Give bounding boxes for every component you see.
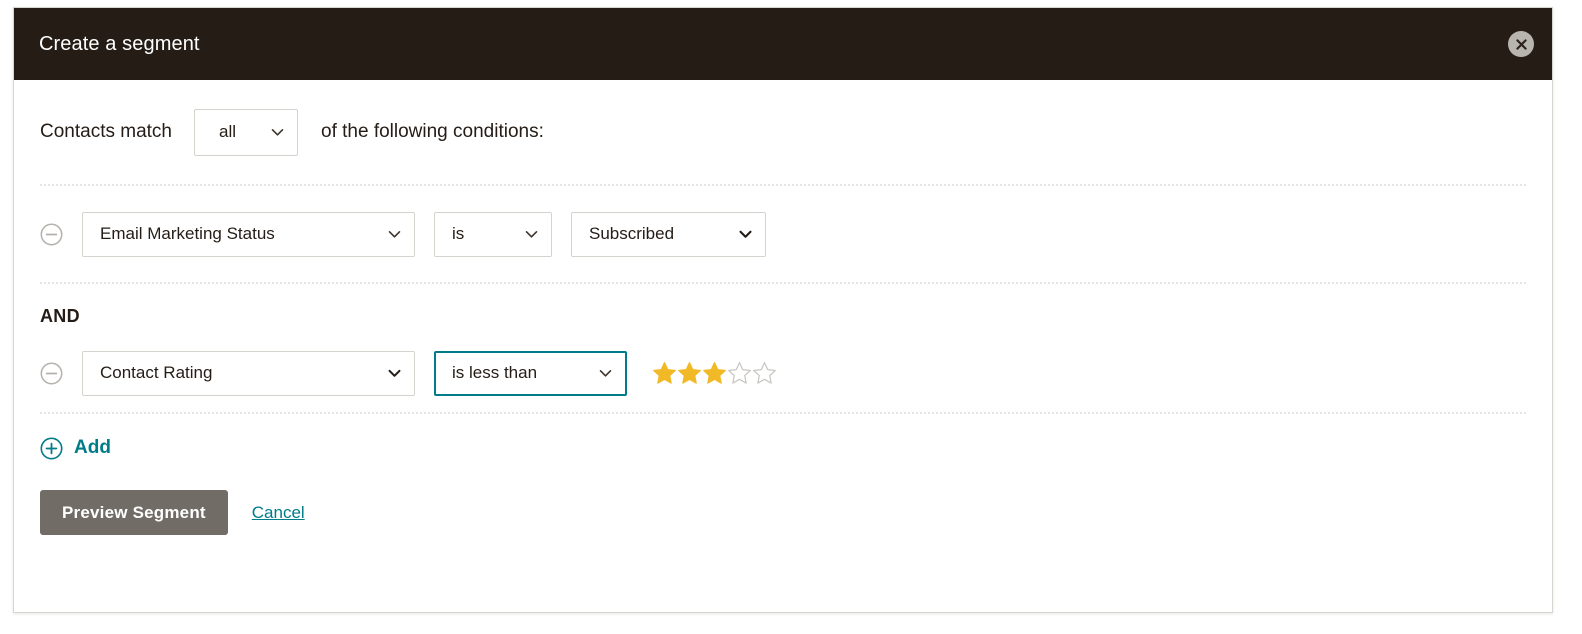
condition-operator-select[interactable]: is [434,211,552,257]
condition-field-value: Contact Rating [100,363,213,382]
star-filled-icon[interactable] [677,361,702,386]
modal-body: Contacts match all of the following cond… [14,80,1552,612]
add-condition-label: Add [74,437,111,458]
minus-circle-icon [40,362,63,385]
plus-circle-icon [40,437,63,460]
close-icon [1515,38,1528,51]
page-root: Create a segment Contacts match all of t… [0,0,1582,634]
page-title: Create a segment [39,33,200,55]
match-lead-label: Contacts match [40,121,172,142]
create-segment-modal: Create a segment Contacts match all of t… [13,7,1553,613]
footer-actions: Preview Segment Cancel [39,482,1527,535]
condition-operator-value: is less than [452,363,538,382]
star-filled-icon[interactable] [652,361,677,386]
condition-value-text: Subscribed [589,224,675,243]
condition-operator-value: is [452,224,465,243]
chevron-down-icon [388,363,401,383]
close-button[interactable] [1508,31,1534,57]
rating-stars[interactable] [652,361,777,386]
match-type-value: all [219,122,237,141]
match-trail-label: of the following conditions: [321,121,544,142]
condition-field-select[interactable]: Email Marketing Status [82,211,415,257]
chevron-down-icon [271,122,284,142]
preview-segment-button[interactable]: Preview Segment [40,490,228,535]
add-row: Add [39,414,1527,482]
star-empty-icon[interactable] [727,361,752,386]
condition-row: Contact Rating is less than [39,334,1527,412]
remove-condition-button[interactable] [40,223,63,246]
match-type-select[interactable]: all [194,108,298,156]
star-empty-icon[interactable] [752,361,777,386]
chevron-down-icon [525,224,538,244]
modal-header: Create a segment [14,8,1552,80]
chevron-down-icon [388,224,401,244]
star-filled-icon[interactable] [702,361,727,386]
add-condition-button[interactable]: Add [40,437,111,460]
minus-circle-icon [40,223,63,246]
chevron-down-icon [739,224,752,244]
condition-row: Email Marketing Status is Subscribed [39,186,1527,282]
condition-operator-select[interactable]: is less than [434,350,627,396]
conjunction-label: AND [40,306,80,326]
chevron-down-icon [599,363,612,383]
condition-field-select[interactable]: Contact Rating [82,350,415,396]
match-row: Contacts match all of the following cond… [39,80,1527,184]
condition-value-select[interactable]: Subscribed [571,211,766,257]
cancel-button[interactable]: Cancel [252,503,305,523]
condition-field-value: Email Marketing Status [100,224,275,243]
remove-condition-button[interactable] [40,362,63,385]
